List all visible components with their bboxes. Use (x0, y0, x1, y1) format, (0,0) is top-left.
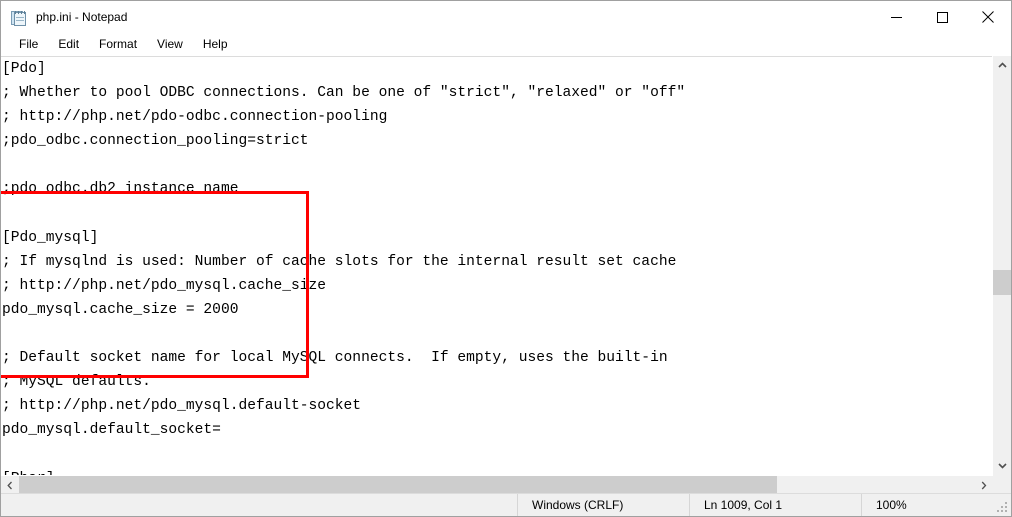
status-empty-region (1, 494, 517, 516)
horizontal-scroll-thumb[interactable] (19, 476, 777, 494)
text-line: [Phar] (2, 467, 685, 475)
notepad-window: php.ini - Notepad File Edit Format View … (0, 0, 1012, 517)
window-controls (873, 1, 1011, 33)
scroll-up-button[interactable] (993, 56, 1011, 74)
text-line: ;pdo_odbc.connection_pooling=strict (2, 133, 309, 150)
horizontal-scroll-track[interactable] (19, 476, 975, 494)
status-zoom-level: 100% (861, 494, 1011, 516)
scrollbar-corner (993, 475, 1011, 493)
text-line: ; Whether to pool ODBC connections. Can … (2, 85, 686, 102)
status-encoding: Windows (CRLF) (517, 494, 689, 516)
notepad-icon (10, 9, 27, 26)
menu-bar: File Edit Format View Help (1, 33, 1011, 56)
text-line (2, 443, 685, 467)
text-line: ;pdo_odbc.db2_instance_name (2, 181, 239, 198)
horizontal-scrollbar[interactable] (1, 475, 993, 494)
text-line: [Pdo_mysql] (2, 229, 99, 246)
text-line (2, 322, 685, 346)
status-cursor-position: Ln 1009, Col 1 (689, 494, 861, 516)
close-icon (982, 11, 994, 23)
status-bar: Windows (CRLF) Ln 1009, Col 1 100% (1, 493, 1011, 516)
chevron-right-icon (981, 481, 987, 489)
text-line: ; http://php.net/pdo_mysql.cache_size (2, 277, 327, 294)
scroll-down-button[interactable] (993, 457, 1011, 475)
text-line: ; http://php.net/pdo-odbc.connection-poo… (2, 109, 388, 126)
vertical-scroll-track[interactable] (993, 74, 1011, 457)
vertical-scrollbar[interactable] (992, 56, 1011, 475)
chevron-up-icon (997, 62, 1007, 68)
editor-row: [Pdo] ; Whether to pool ODBC connections.… (1, 56, 1011, 475)
menu-item-edit[interactable]: Edit (48, 35, 89, 54)
text-line: ; If mysqlnd is used: Number of cache sl… (2, 253, 677, 270)
menu-item-format[interactable]: Format (89, 35, 147, 54)
close-button[interactable] (965, 1, 1011, 33)
minimize-button[interactable] (873, 1, 919, 33)
window-title: php.ini - Notepad (36, 10, 128, 24)
text-line: ; Default socket name for local MySQL co… (2, 350, 668, 367)
horizontal-scroll-row (1, 475, 1011, 494)
chevron-down-icon (997, 463, 1007, 469)
text-line: ; http://php.net/pdo_mysql.default-socke… (2, 398, 362, 415)
text-line: ; MySQL defaults. (2, 374, 151, 391)
scroll-right-button[interactable] (975, 476, 993, 494)
text-line: [Pdo] (2, 61, 46, 77)
minimize-icon (890, 16, 902, 18)
text-line: pdo_mysql.default_socket= (2, 422, 221, 439)
maximize-icon (936, 11, 948, 23)
resize-grip-icon[interactable] (997, 502, 1008, 513)
menu-item-help[interactable]: Help (193, 35, 238, 54)
vertical-scroll-thumb[interactable] (993, 270, 1011, 295)
title-bar-left: php.ini - Notepad (1, 1, 127, 33)
menu-item-view[interactable]: View (147, 35, 193, 54)
scroll-left-button[interactable] (1, 476, 19, 494)
editor-area: [Pdo] ; Whether to pool ODBC connections.… (1, 56, 1011, 494)
text-line (2, 202, 685, 226)
menu-item-file[interactable]: File (9, 35, 48, 54)
title-bar: php.ini - Notepad (1, 1, 1011, 33)
text-line: pdo_mysql.cache_size = 2000 (2, 301, 239, 318)
chevron-left-icon (7, 481, 12, 489)
text-line (2, 153, 685, 177)
text-editor[interactable]: [Pdo] ; Whether to pool ODBC connections.… (1, 56, 992, 475)
text-content[interactable]: [Pdo] ; Whether to pool ODBC connections.… (1, 57, 685, 475)
maximize-button[interactable] (919, 1, 965, 33)
